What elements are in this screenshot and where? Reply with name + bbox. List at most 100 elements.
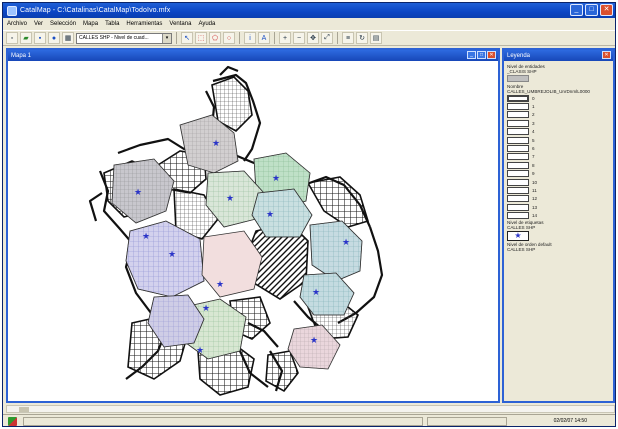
legend-item[interactable]: 3 [507,119,611,127]
map-minimize-button[interactable]: _ [467,51,476,59]
select-circle-icon[interactable]: ○ [223,32,235,44]
menu-ventana[interactable]: Ventana [169,21,191,27]
map-maximize-button[interactable]: □ [477,51,486,59]
toolbar-divider [176,32,177,44]
map-window-title: Mapa 1 [11,52,32,59]
refresh-icon[interactable]: ↻ [356,32,368,44]
legend-gray-swatch[interactable] [507,75,529,82]
toolbar: ▫ ▰ ▪ ● ▦ CALLES SHP - Nivel de cuad... … [3,30,615,46]
legend-item[interactable]: 4 [507,128,611,136]
select-icon[interactable]: ↖ [181,32,193,44]
legend-item[interactable]: 10 [507,178,611,186]
star-icon: ★ [272,174,280,184]
print-icon[interactable]: ▤ [370,32,382,44]
star-icon[interactable]: ★ [507,230,529,241]
menu-mapa[interactable]: Mapa [83,21,98,27]
legend-item[interactable]: 7 [507,153,611,161]
star-icon: ★ [168,250,176,260]
line-swatch [507,178,529,186]
star-icon: ★ [226,194,234,204]
legend-default-name: CALLES SHP [507,246,536,252]
title-bar: CatalMap - C:\Catalinas\CatalMap\TodoIvo… [3,3,615,18]
legend-item[interactable]: 9 [507,170,611,178]
zoom-extent-icon[interactable]: ⤢ [321,32,333,44]
status-bar: 02/02/07 14:50 [3,414,615,427]
star-icon: ★ [266,210,274,220]
line-swatch [507,136,529,144]
menu-ayuda[interactable]: Ayuda [198,21,215,27]
window-title: CatalMap - C:\Catalinas\CatalMap\TodoIvo… [20,7,171,14]
save-icon[interactable]: ▪ [34,32,46,44]
line-swatch [507,170,529,178]
close-button[interactable]: ✕ [600,4,613,16]
select-poly-icon[interactable]: ⬠ [209,32,221,44]
toolbar-divider [239,32,240,44]
menu-ver[interactable]: Ver [34,21,43,27]
line-swatch [507,94,529,102]
select-rect-icon[interactable]: ⬚ [195,32,207,44]
line-swatch [507,103,529,111]
map-window: Mapa 1 _ □ ✕ ★ ★ ★ ★ ★ ★ ★ ★ ★ ★ ★ ★ ★ [6,48,500,403]
info-icon[interactable]: i [244,32,256,44]
menu-herramientas[interactable]: Herramientas [126,21,162,27]
legend-item[interactable]: 1 [507,102,611,111]
map-close-button[interactable]: ✕ [487,51,496,59]
legend-item[interactable]: 5 [507,136,611,144]
legend-close-button[interactable]: ✕ [602,51,611,59]
layers-icon[interactable]: ≡ [342,32,354,44]
legend-item[interactable]: 14 [507,211,611,220]
menu-tabla[interactable]: Tabla [105,21,119,27]
status-time: 02/02/07 14:50 [553,418,587,424]
legend-title: Leyenda [507,52,531,59]
table-icon[interactable]: ▦ [62,32,74,44]
legend-title-bar: Leyenda ✕ [504,50,613,61]
star-icon: ★ [216,280,224,290]
new-icon[interactable]: ▫ [6,32,18,44]
app-window: CatalMap - C:\Catalinas\CatalMap\TodoIvo… [2,2,616,427]
maximize-button[interactable]: □ [585,4,598,16]
legend-item[interactable]: 12 [507,195,611,203]
zoom-out-icon[interactable]: − [293,32,305,44]
line-swatch [507,186,529,194]
status-panel-message [23,417,423,426]
line-swatch [507,203,529,211]
line-swatch [507,212,529,220]
legend-layer-name: _CLASIS SHP [507,69,537,74]
zoom-in-icon[interactable]: + [279,32,291,44]
menu-archivo[interactable]: Archivo [7,21,27,27]
legend-item[interactable]: 2 [507,111,611,119]
app-icon [7,5,17,16]
legend-item[interactable]: 6 [507,144,611,153]
legend-item[interactable]: 0 [507,94,611,102]
legend-item[interactable]: 13 [507,203,611,211]
scrollbar-thumb[interactable] [19,407,29,412]
menu-seleccion[interactable]: Selección [50,21,76,27]
map-canvas[interactable]: ★ ★ ★ ★ ★ ★ ★ ★ ★ ★ ★ ★ ★ [8,61,498,401]
open-icon[interactable]: ▰ [20,32,32,44]
line-swatch [507,153,529,161]
pan-icon[interactable]: ✥ [307,32,319,44]
star-icon: ★ [342,238,350,248]
line-swatch [507,161,529,169]
line-swatch [507,195,529,203]
toolbar-divider [337,32,338,44]
layer-select[interactable]: CALLES SHP - Nivel de cuad... ▾ [76,32,172,44]
line-swatch [507,119,529,127]
label-icon[interactable]: A [258,32,270,44]
star-icon: ★ [202,304,210,314]
city-map[interactable]: ★ ★ ★ ★ ★ ★ ★ ★ ★ ★ ★ ★ ★ [8,61,498,401]
toolbar-divider [274,32,275,44]
menu-bar: Archivo Ver Selección Mapa Tabla Herrami… [3,18,615,29]
globe-icon[interactable]: ● [48,32,60,44]
legend-item[interactable]: 8 [507,161,611,169]
legend-window: Leyenda ✕ Nivel de entidades _CLASIS SHP… [502,48,615,403]
minimize-button[interactable]: _ [570,4,583,16]
line-swatch [507,128,529,136]
line-swatch [507,145,529,153]
line-swatch [507,111,529,119]
star-icon: ★ [310,336,318,346]
legend-points-name: CALLES SHP [507,224,536,230]
legend-item[interactable]: 11 [507,186,611,194]
horizontal-scrollbar[interactable] [6,405,615,413]
legend-body: Nivel de entidades _CLASIS SHP Nombre CA… [504,61,613,252]
